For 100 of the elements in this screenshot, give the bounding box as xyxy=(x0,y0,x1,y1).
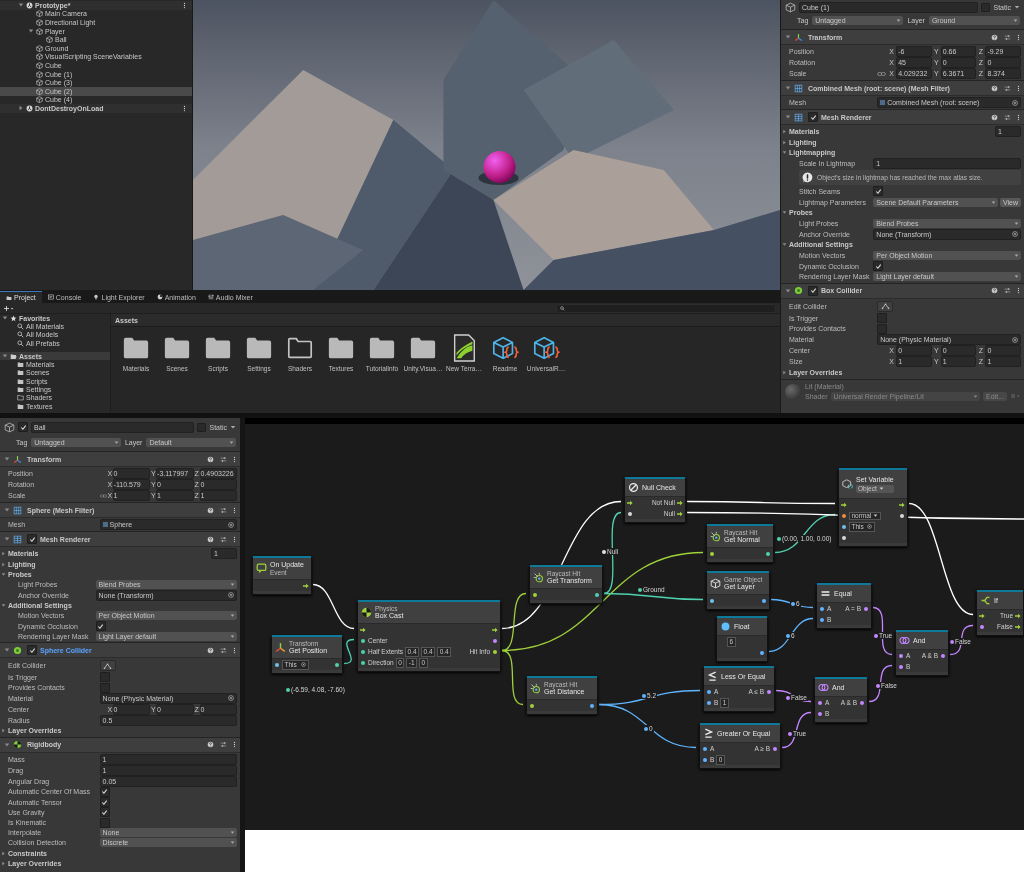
checkbox[interactable] xyxy=(99,807,110,818)
sliders-icon[interactable] xyxy=(1004,84,1011,92)
caret-icon[interactable] xyxy=(4,536,10,542)
input-port[interactable] xyxy=(533,592,537,597)
output-port[interactable] xyxy=(762,598,766,603)
input-port[interactable] xyxy=(710,551,714,556)
more-icon[interactable] xyxy=(1017,287,1020,295)
flow-port-icon[interactable] xyxy=(899,501,905,508)
checkbox[interactable] xyxy=(99,682,110,693)
sliders-icon[interactable] xyxy=(1004,33,1011,41)
checkbox[interactable] xyxy=(873,261,884,272)
more-icon[interactable] xyxy=(233,455,236,463)
input-port[interactable] xyxy=(818,700,822,705)
help-icon[interactable] xyxy=(991,84,998,92)
flow-port-icon[interactable] xyxy=(1015,623,1021,630)
input-port[interactable] xyxy=(361,649,365,654)
output-port[interactable] xyxy=(493,649,497,654)
output-port[interactable] xyxy=(900,513,904,518)
link-icon[interactable] xyxy=(877,70,887,77)
more-icon[interactable] xyxy=(233,646,236,654)
output-port[interactable] xyxy=(595,592,599,597)
output-port[interactable] xyxy=(590,703,594,708)
output-port[interactable] xyxy=(864,606,868,611)
flow-port-icon[interactable] xyxy=(979,612,985,619)
caret-icon[interactable] xyxy=(785,287,791,294)
input-port[interactable] xyxy=(842,535,846,540)
checkbox[interactable] xyxy=(877,323,888,334)
caret-icon[interactable] xyxy=(18,2,24,9)
input-port[interactable] xyxy=(703,746,707,751)
checkbox[interactable] xyxy=(18,422,28,432)
checkbox[interactable] xyxy=(877,313,888,324)
sliders-icon[interactable] xyxy=(220,646,227,654)
output-port[interactable] xyxy=(493,638,497,643)
checkbox[interactable] xyxy=(808,112,818,122)
target-icon[interactable] xyxy=(301,662,306,667)
input-port[interactable] xyxy=(710,598,714,603)
graph-canvas[interactable] xyxy=(245,424,1024,830)
help-icon[interactable] xyxy=(207,741,214,749)
input-port[interactable] xyxy=(628,511,632,516)
input-port[interactable] xyxy=(707,700,711,705)
input-port[interactable] xyxy=(530,703,534,708)
flow-port-icon[interactable] xyxy=(1015,612,1021,619)
help-icon[interactable] xyxy=(991,287,998,295)
checkbox[interactable] xyxy=(27,645,37,656)
input-port[interactable] xyxy=(275,662,279,667)
caret-icon[interactable] xyxy=(2,315,8,322)
input-port[interactable] xyxy=(899,653,903,658)
checkbox[interactable] xyxy=(27,534,37,544)
sliders-icon[interactable] xyxy=(220,455,227,463)
flow-port-icon[interactable] xyxy=(303,582,309,589)
target-icon[interactable] xyxy=(228,521,234,528)
output-port[interactable] xyxy=(773,746,777,751)
help-icon[interactable] xyxy=(207,455,214,463)
help-icon[interactable] xyxy=(991,33,998,41)
more-icon[interactable] xyxy=(183,104,186,112)
more-icon[interactable] xyxy=(233,506,236,514)
more-icon[interactable] xyxy=(233,535,236,543)
help-icon[interactable] xyxy=(207,506,214,514)
target-icon[interactable] xyxy=(1012,336,1018,343)
input-port[interactable] xyxy=(707,689,711,694)
caret-icon[interactable] xyxy=(28,28,34,35)
sliders-icon[interactable] xyxy=(1004,113,1011,121)
more-icon[interactable] xyxy=(1017,33,1020,41)
input-port[interactable] xyxy=(980,624,984,629)
help-icon[interactable] xyxy=(207,646,214,654)
output-port[interactable] xyxy=(760,650,764,655)
caret-icon[interactable] xyxy=(785,85,791,91)
output-port[interactable] xyxy=(766,551,770,556)
sliders-icon[interactable] xyxy=(220,741,227,749)
input-port[interactable] xyxy=(842,513,846,518)
input-port[interactable] xyxy=(899,664,903,669)
checkbox[interactable] xyxy=(99,797,110,808)
output-port[interactable] xyxy=(941,653,945,658)
flow-port-icon[interactable] xyxy=(360,626,366,633)
target-icon[interactable] xyxy=(867,524,872,529)
flow-port-icon[interactable] xyxy=(677,499,683,506)
caret-icon[interactable] xyxy=(785,34,791,40)
input-port[interactable] xyxy=(361,660,365,665)
checkbox[interactable] xyxy=(99,672,110,683)
help-icon[interactable] xyxy=(207,535,214,543)
input-port[interactable] xyxy=(361,638,365,643)
target-icon[interactable] xyxy=(228,592,234,599)
input-port[interactable] xyxy=(820,617,824,622)
add-button[interactable] xyxy=(4,304,14,312)
link-icon[interactable] xyxy=(99,492,107,499)
target-icon[interactable] xyxy=(1012,99,1018,106)
checkbox[interactable] xyxy=(99,786,110,797)
sliders-icon[interactable] xyxy=(220,506,227,514)
sliders-icon[interactable] xyxy=(220,535,227,543)
caret-icon[interactable] xyxy=(2,353,8,360)
input-port[interactable] xyxy=(703,757,707,762)
help-icon[interactable] xyxy=(991,113,998,121)
caret-icon[interactable] xyxy=(230,424,236,430)
scene-view-drawing[interactable] xyxy=(193,0,780,290)
more-icon[interactable] xyxy=(1017,113,1020,121)
output-port[interactable] xyxy=(335,662,339,667)
sliders-icon[interactable] xyxy=(1004,287,1011,295)
caret-icon[interactable] xyxy=(4,647,10,654)
flow-port-icon[interactable] xyxy=(677,510,683,517)
more-icon[interactable] xyxy=(1017,84,1020,92)
